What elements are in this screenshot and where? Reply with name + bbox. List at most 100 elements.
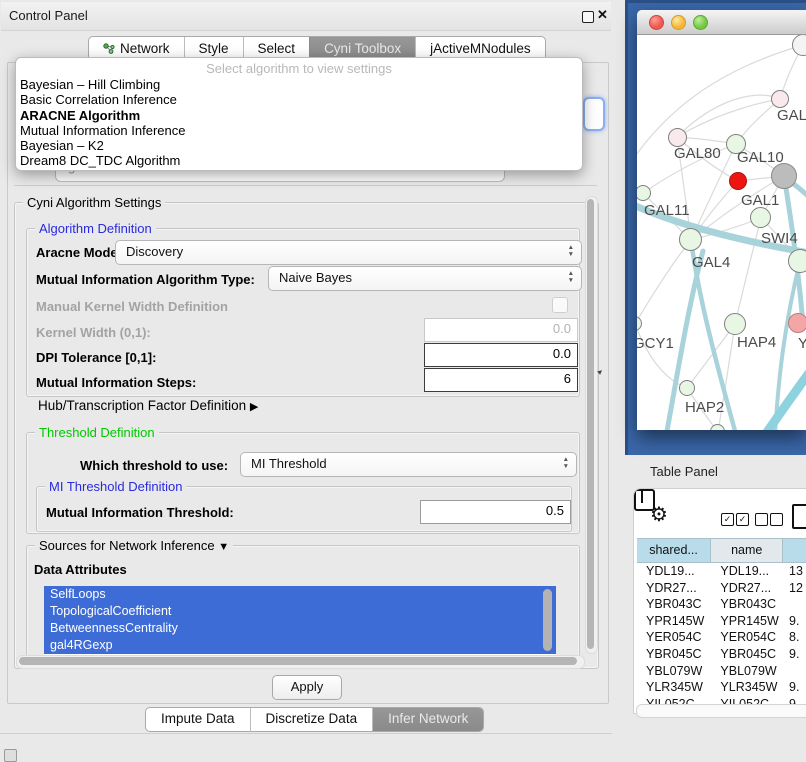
- popup-item[interactable]: Dream8 DC_TDC Algorithm: [16, 153, 582, 168]
- which-threshold-combo[interactable]: MI Threshold ▲▼: [240, 452, 577, 477]
- popup-placeholder: Select algorithm to view settings: [16, 60, 582, 77]
- network-node-selected[interactable]: [729, 172, 747, 190]
- attribute-item[interactable]: SelfLoops: [44, 586, 556, 603]
- attribute-item[interactable]: gal4RGexp: [44, 637, 556, 654]
- mi-type-combo[interactable]: Naive Bayes ▲▼: [268, 266, 582, 291]
- tab-infer-network[interactable]: Infer Network: [372, 708, 483, 731]
- settings-vertical-scrollbar[interactable]: [585, 196, 598, 654]
- stepper-icon: ▲▼: [563, 456, 569, 470]
- data-attributes-list[interactable]: SelfLoops TopologicalCoefficient Between…: [44, 586, 556, 656]
- popup-item[interactable]: Mutual Information Inference: [16, 123, 582, 138]
- gear-icon[interactable]: ⚙: [650, 502, 668, 527]
- table-row[interactable]: YBL079WYBL079W: [637, 663, 806, 680]
- node-label: GAL11: [644, 202, 690, 219]
- mac-close-icon[interactable]: [649, 15, 664, 30]
- which-threshold-label: Which threshold to use:: [80, 458, 228, 473]
- float-window-icon[interactable]: [582, 11, 594, 23]
- data-attributes-label: Data Attributes: [34, 562, 127, 577]
- node-label: GAL1: [741, 192, 779, 209]
- mac-zoom-icon[interactable]: [693, 15, 708, 30]
- stepper-icon: ▲▼: [568, 244, 574, 258]
- algorithm-definition-title: Algorithm Definition: [35, 221, 156, 236]
- mi-steps-field[interactable]: 6: [424, 368, 578, 392]
- network-node-hap2[interactable]: [679, 380, 695, 396]
- network-node-swi4[interactable]: [788, 249, 806, 273]
- close-icon[interactable]: ✕: [597, 7, 608, 23]
- mac-minimize-icon[interactable]: [671, 15, 686, 30]
- select-all-check-icon[interactable]: ✓: [736, 513, 749, 526]
- collapse-down-icon: ▼: [218, 541, 229, 553]
- node-label: GAL4: [692, 254, 730, 271]
- table-row[interactable]: YDL19...YDL19...13: [637, 563, 806, 580]
- settings-horizontal-scrollbar[interactable]: [16, 655, 585, 669]
- aracne-mode-label: Aracne Mode:: [36, 245, 122, 260]
- new-column-icon[interactable]: [792, 504, 806, 529]
- table-panel: ⚙ ✓ ✓ shared... name YDL19...YDL19...13 …: [633, 488, 806, 714]
- node-label: HAP4: [737, 334, 776, 351]
- node-label: HAP2: [685, 399, 724, 416]
- tab-network-label: Network: [120, 38, 170, 59]
- table-row[interactable]: YER054CYER054C8.: [637, 629, 806, 646]
- hub-definition-expander[interactable]: Hub/Transcription Factor Definition ▶: [38, 398, 258, 413]
- table-horizontal-scrollbar[interactable]: [636, 704, 806, 718]
- network-node[interactable]: [788, 313, 806, 333]
- popup-item[interactable]: Bayesian – K2: [16, 138, 582, 153]
- popup-item[interactable]: Basic Correlation Inference: [16, 92, 582, 107]
- column-header-partial[interactable]: [783, 539, 806, 562]
- attribute-list-scrollbar[interactable]: [543, 589, 552, 651]
- node-label: GCY1: [637, 335, 674, 352]
- popup-item-selected[interactable]: ARACNE Algorithm: [16, 108, 582, 123]
- cyni-settings-title: Cyni Algorithm Settings: [23, 195, 165, 210]
- manual-kernel-checkbox[interactable]: [552, 297, 568, 313]
- sources-title[interactable]: Sources for Network Inference ▼: [35, 538, 233, 553]
- tab-impute-data[interactable]: Impute Data: [146, 708, 250, 731]
- network-node-hub[interactable]: [771, 163, 797, 189]
- manual-kernel-label: Manual Kernel Width Definition: [36, 299, 228, 314]
- table-header[interactable]: shared... name: [637, 538, 806, 563]
- table-row[interactable]: YPR145WYPR145W9.: [637, 613, 806, 630]
- node-table[interactable]: shared... name YDL19...YDL19...13 YDR27.…: [637, 538, 806, 712]
- control-panel: Control Panel ✕ Network Style Select Cyn…: [0, 0, 612, 762]
- mi-threshold-title: MI Threshold Definition: [45, 479, 186, 494]
- dpi-tolerance-field[interactable]: 0.0: [424, 343, 578, 367]
- table-panel-title: Table Panel: [650, 464, 718, 479]
- deselect-all-icon[interactable]: [770, 513, 783, 526]
- network-node-gal4[interactable]: [679, 228, 702, 251]
- apply-button[interactable]: Apply: [272, 675, 342, 700]
- panel-divider: [0, 733, 612, 734]
- mi-threshold-field[interactable]: 0.5: [420, 500, 571, 524]
- network-canvas[interactable]: GAL GAL80 GAL10 GAL1 GAL11 SWI4 GAL4 GCY…: [637, 35, 806, 430]
- mi-type-label: Mutual Information Algorithm Type:: [36, 272, 255, 287]
- network-node-gal1[interactable]: [750, 207, 771, 228]
- inference-algorithm-combo-edge[interactable]: [583, 97, 605, 131]
- network-node-hap4[interactable]: [724, 313, 746, 335]
- column-header-shared-name[interactable]: shared...: [637, 539, 711, 562]
- kernel-width-field[interactable]: 0.0: [424, 318, 578, 342]
- select-all-check-icon[interactable]: ✓: [721, 513, 734, 526]
- network-node[interactable]: [771, 90, 789, 108]
- network-view-panel: GAL GAL80 GAL10 GAL1 GAL11 SWI4 GAL4 GCY…: [625, 0, 806, 455]
- network-window[interactable]: GAL GAL80 GAL10 GAL1 GAL11 SWI4 GAL4 GCY…: [637, 10, 806, 430]
- popup-item[interactable]: Bayesian – Hill Climbing: [16, 77, 582, 92]
- table-row[interactable]: YBR043CYBR043C: [637, 596, 806, 613]
- table-row[interactable]: YBR045CYBR045C9.: [637, 646, 806, 663]
- attribute-item[interactable]: BetweennessCentrality: [44, 620, 556, 637]
- mi-steps-label: Mutual Information Steps:: [36, 375, 196, 390]
- network-icon: [103, 43, 115, 55]
- aracne-mode-combo[interactable]: Discovery ▲▼: [115, 240, 582, 265]
- deselect-all-icon[interactable]: [755, 513, 768, 526]
- table-row[interactable]: YDR27...YDR27...12: [637, 580, 806, 597]
- minimized-panel-icon[interactable]: [4, 749, 17, 762]
- node-label: GAL: [777, 107, 806, 124]
- column-header-name[interactable]: name: [711, 539, 783, 562]
- cyni-bottom-tabs: Impute Data Discretize Data Infer Networ…: [145, 707, 484, 732]
- node-label: SWI4: [761, 230, 798, 247]
- table-row[interactable]: YLR345WYLR345W9.: [637, 679, 806, 696]
- kernel-width-label: Kernel Width (0,1):: [36, 325, 151, 340]
- tab-discretize-data[interactable]: Discretize Data: [250, 708, 373, 731]
- network-window-titlebar[interactable]: [637, 10, 806, 35]
- attribute-item[interactable]: TopologicalCoefficient: [44, 603, 556, 620]
- node-label: GAL10: [737, 149, 784, 166]
- mi-threshold-label: Mutual Information Threshold:: [46, 505, 234, 520]
- threshold-definition-title: Threshold Definition: [35, 425, 159, 440]
